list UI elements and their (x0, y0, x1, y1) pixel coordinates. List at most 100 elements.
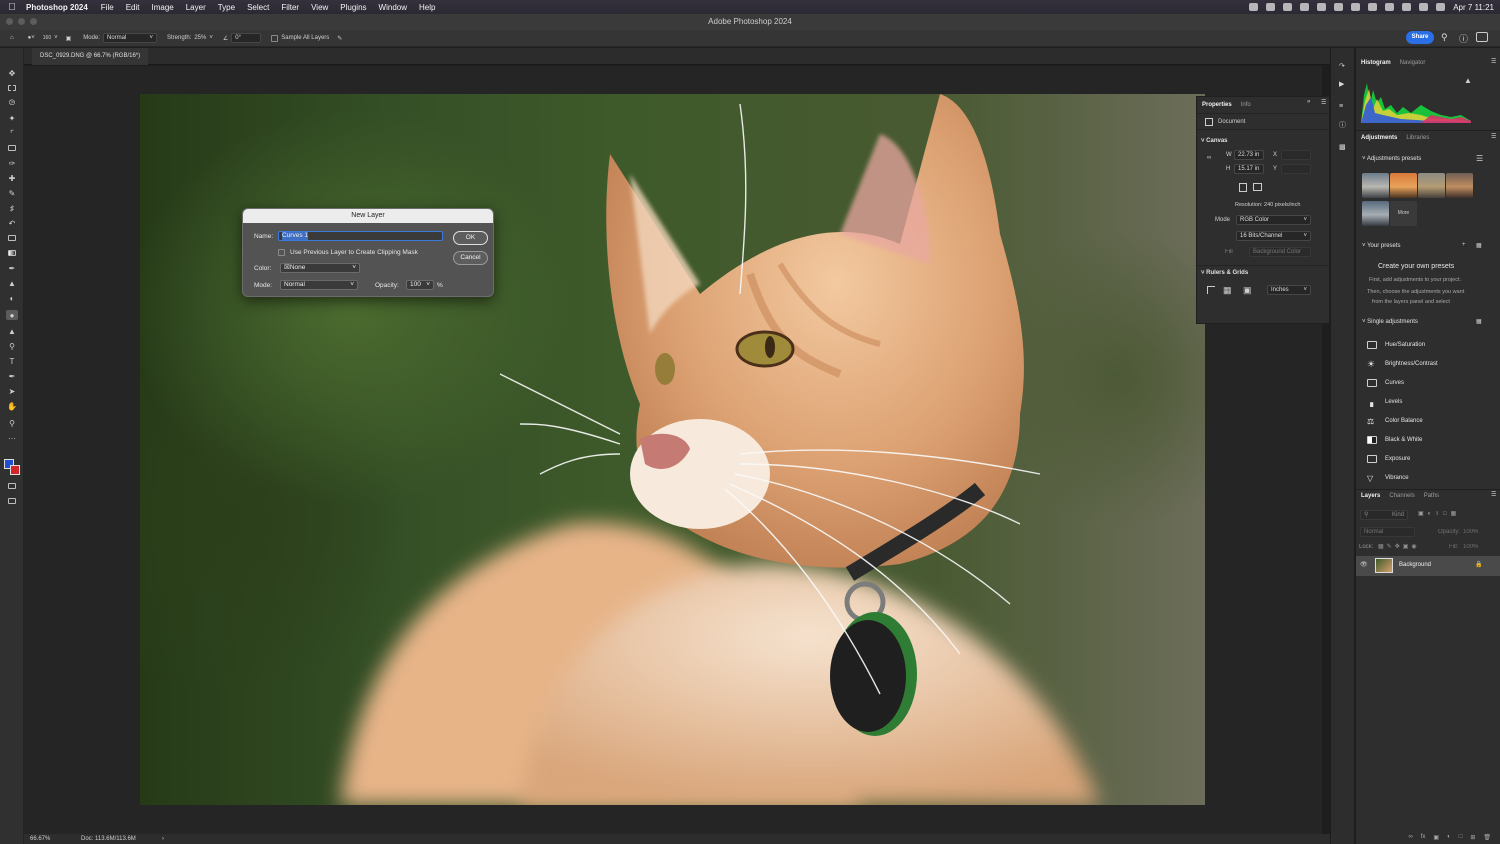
object-selection-tool-icon[interactable]: ✦ (6, 113, 18, 123)
menu-image[interactable]: Image (145, 3, 179, 12)
brush-preset-picker[interactable]: 160 ˅ (43, 35, 58, 41)
panel-menu-icon[interactable]: ☰ (1321, 99, 1326, 106)
dropbox-icon[interactable] (1249, 3, 1259, 11)
record-icon[interactable] (1283, 3, 1293, 11)
brush-settings-icon[interactable]: ▣ (66, 35, 72, 42)
preset-thumbnail-5[interactable] (1362, 201, 1389, 226)
tab-navigator[interactable]: Navigator (1400, 60, 1426, 66)
libraries-panel-icon[interactable]: ▩ (1339, 143, 1346, 151)
user-icon[interactable] (1385, 3, 1395, 11)
search-icon[interactable]: ⚲ (1441, 32, 1448, 43)
tab-adjustments[interactable]: Adjustments (1361, 135, 1397, 141)
landscape-orientation-icon[interactable] (1253, 183, 1262, 191)
list-view-icon[interactable]: ☰ (1476, 154, 1483, 163)
cancel-button[interactable]: Cancel (453, 251, 488, 265)
crop-tool-icon[interactable]: ⌜ (6, 128, 18, 138)
grid-view-icon[interactable]: ▦ (1476, 242, 1482, 249)
minimize-window-button[interactable] (18, 18, 25, 25)
tab-layers[interactable]: Layers (1361, 493, 1380, 499)
wifi-icon[interactable] (1402, 3, 1412, 11)
warning-triangle-icon[interactable]: ▲ (1464, 76, 1472, 85)
add-mask-icon[interactable]: ▣ (1433, 834, 1439, 841)
guides-icon[interactable]: ▣ (1243, 285, 1252, 296)
tab-info[interactable]: Info (1241, 102, 1251, 108)
preset-thumbnail-2[interactable] (1390, 173, 1417, 198)
menu-plugins[interactable]: Plugins (334, 3, 372, 12)
control-center-icon[interactable] (1436, 3, 1446, 11)
clipping-mask-checkbox[interactable] (278, 249, 285, 256)
menu-window[interactable]: Window (373, 3, 413, 12)
canvas-section-header[interactable]: ˅ Canvas (1201, 138, 1228, 144)
actions-panel-icon[interactable]: ▶ (1339, 80, 1344, 88)
move-tool-icon[interactable]: ✥ (6, 68, 18, 78)
spot-healing-tool-icon[interactable]: ✚ (6, 173, 18, 183)
portrait-orientation-icon[interactable] (1239, 183, 1247, 192)
ok-button[interactable]: OK (453, 231, 488, 245)
adjustment-brightness-contrast[interactable]: ☀ Brightness/Contrast (1367, 357, 1438, 371)
direct-selection-tool-icon[interactable]: ➤ (6, 386, 18, 396)
document-tab[interactable]: DSC_0929.DNG @ 66.7% (RGB/16*) (32, 48, 149, 65)
marquee-tool-icon[interactable] (6, 83, 18, 93)
lock-icons[interactable]: ▦✎✥▣◉ (1378, 543, 1420, 550)
adjustment-presets-header[interactable]: ˅ Adjustments presets (1362, 156, 1421, 162)
color-mode-select[interactable]: RGB Color ˅ (1236, 215, 1311, 225)
color-select[interactable]: ☒None ˅ (280, 263, 360, 273)
tab-histogram[interactable]: Histogram (1361, 60, 1391, 66)
path-tool-icon[interactable]: ✒ (6, 371, 18, 381)
menu-view[interactable]: View (305, 3, 334, 12)
lasso-tool-icon[interactable]: ⧁ (6, 98, 18, 108)
zoom-level[interactable]: 66.67% (30, 834, 50, 844)
document-image[interactable] (140, 94, 1205, 805)
brush-tool-icon[interactable]: ✎ (6, 188, 18, 198)
tab-paths[interactable]: Paths (1424, 493, 1439, 499)
units-select[interactable]: Inches ˅ (1267, 285, 1311, 295)
adjustment-levels[interactable]: ▗ Levels (1367, 395, 1402, 409)
preset-thumbnail-1[interactable] (1362, 173, 1389, 198)
paint-bucket-tool-icon[interactable]: ◐ (6, 293, 18, 303)
mode-select[interactable]: Normal ˅ (102, 33, 157, 43)
tab-libraries[interactable]: Libraries (1406, 135, 1429, 141)
adjustment-vibrance[interactable]: ▽ Vibrance (1367, 471, 1409, 485)
layer-style-icon[interactable]: fx (1421, 834, 1426, 840)
your-presets-header[interactable]: ˅ Your presets (1362, 243, 1401, 249)
layer-kind-filter[interactable]: ⚲ Kind (1360, 510, 1408, 520)
eraser-tool-icon[interactable] (6, 233, 18, 243)
tab-channels[interactable]: Channels (1389, 493, 1414, 499)
share-button[interactable]: Share (1406, 31, 1434, 44)
strength-dropdown-icon[interactable]: ˅ (209, 35, 213, 41)
blend-mode-select[interactable]: Normal ˅ (280, 280, 358, 290)
pen-tool-icon[interactable]: ✒ (6, 263, 18, 273)
blur-tool-icon[interactable]: ●˅ (28, 35, 35, 41)
histogram-menu-icon[interactable]: ☰ (1491, 58, 1496, 65)
close-window-button[interactable] (6, 18, 13, 25)
adjustment-color-balance[interactable]: ⚖ Color Balance (1367, 414, 1423, 428)
single-adjustments-header[interactable]: ˅ Single adjustments (1362, 319, 1418, 325)
angle-input[interactable]: 0° (231, 33, 262, 43)
history-brush-tool-icon[interactable]: ↶ (6, 218, 18, 228)
grid-icon[interactable]: ▦ (1223, 285, 1232, 296)
more-tools-icon[interactable]: ··· (6, 433, 18, 443)
frame-tool-icon[interactable] (6, 143, 18, 153)
battery-icon[interactable] (1300, 3, 1310, 11)
stamp-tool-icon[interactable]: ▲ (6, 278, 18, 288)
menu-help[interactable]: Help (413, 3, 441, 12)
canvas-width-input[interactable]: 22.73 in (1234, 150, 1264, 160)
tab-properties[interactable]: Properties (1202, 102, 1232, 108)
sample-all-layers-checkbox[interactable] (271, 34, 279, 42)
layer-name-input[interactable]: Curves 1 (278, 231, 443, 241)
adjustment-exposure[interactable]: Exposure (1367, 452, 1410, 466)
layer-filter-icons[interactable]: ▣◐T□▦ (1418, 510, 1460, 517)
bluetooth-icon[interactable] (1368, 3, 1378, 11)
bit-depth-select[interactable]: 16 Bits/Channel ˅ (1236, 231, 1311, 241)
menu-clock[interactable]: Apr 7 11:21 (1453, 3, 1494, 12)
airplay-icon[interactable] (1351, 3, 1361, 11)
sync-icon[interactable] (1317, 3, 1327, 11)
help-icon[interactable]: ⓘ (1459, 32, 1468, 45)
add-preset-icon[interactable]: + (1462, 242, 1466, 248)
sharpen-tool-icon[interactable]: ▲ (6, 326, 18, 336)
menu-layer[interactable]: Layer (180, 3, 212, 12)
home-icon[interactable]: ⌂ (10, 35, 14, 41)
rulers-grids-header[interactable]: ˅ Rulers & Grids (1201, 270, 1248, 276)
blur-tool-icon[interactable]: ● (6, 310, 18, 320)
history-panel-icon[interactable]: ↷ (1339, 62, 1345, 70)
